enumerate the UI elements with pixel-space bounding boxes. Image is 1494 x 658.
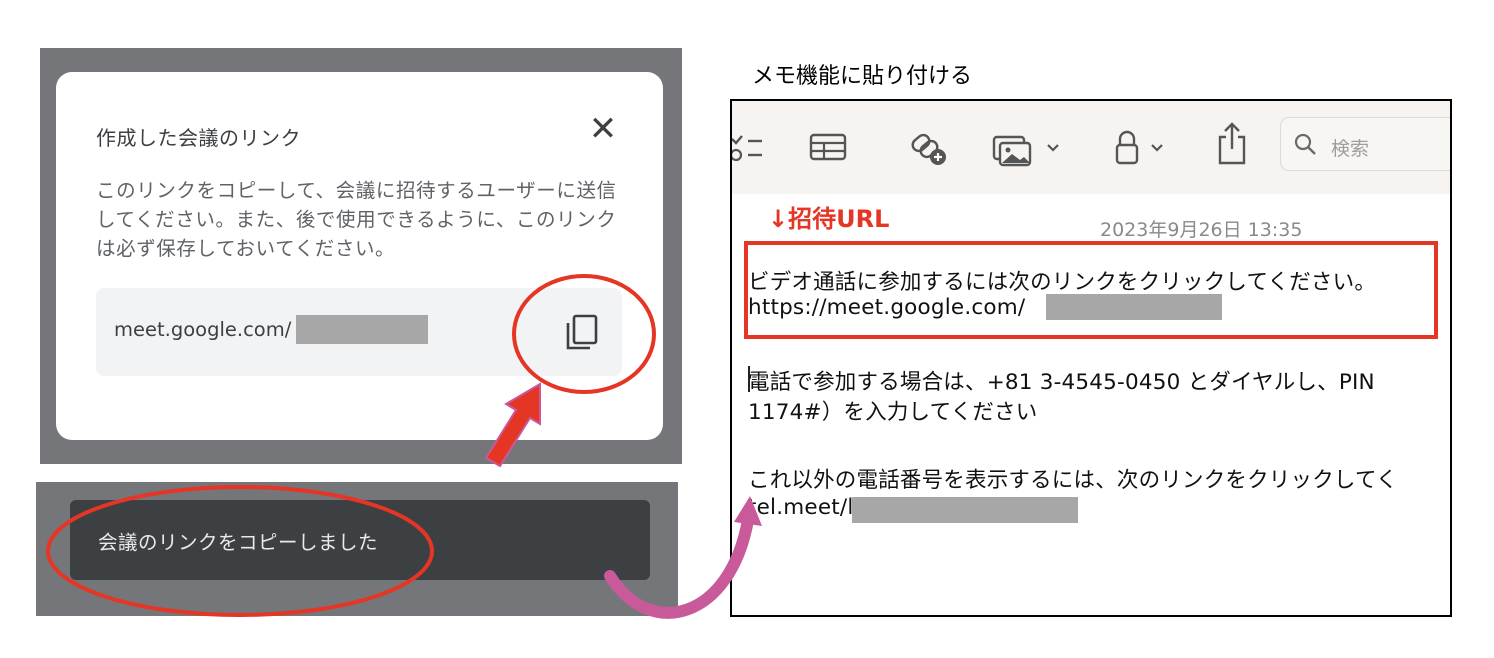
redacted-tel-block [852, 497, 1078, 523]
redacted-link-block [296, 315, 428, 344]
meeting-link-text: meet.google.com/ [114, 318, 292, 341]
toast-message: 会議のリンクをコピーしました [98, 531, 379, 554]
note-line: 電話で参加する場合は、+81 3-4545-0450 とダイヤルし、PIN [748, 370, 1375, 395]
meeting-link-dialog: 作成した会議のリンク ✕ このリンクをコピーして、会議に招待するユーザーに送信し… [56, 72, 663, 440]
media-icon[interactable] [990, 127, 1070, 167]
dialog-description: このリンクをコピーして、会議に招待するユーザーに送信してください。また、後で使用… [96, 179, 617, 260]
notes-toolbar: 検索 [732, 101, 1450, 194]
table-icon[interactable] [808, 127, 848, 167]
lock-icon[interactable] [1112, 127, 1172, 167]
note-date: 2023年9月26日 13:35 [1100, 219, 1303, 241]
notes-caption: メモ機能に貼り付ける [752, 64, 973, 89]
invite-url-highlight [744, 241, 1438, 339]
notes-window: 検索 ↓招待URL 2023年9月26日 13:35 ビデオ通話に参加するには次… [730, 99, 1452, 617]
search-field[interactable]: 検索 [1280, 117, 1450, 171]
meeting-link-field: meet.google.com/ [96, 288, 622, 376]
close-icon[interactable]: ✕ [586, 112, 620, 146]
note-line-tel[interactable]: tel.meet/l [748, 495, 854, 520]
search-placeholder: 検索 [1331, 138, 1370, 160]
note-line: これ以外の電話番号を表示するには、次のリンクをクリックしてく [748, 468, 1398, 493]
copy-icon[interactable] [564, 314, 600, 352]
dialog-title: 作成した会議のリンク [96, 126, 301, 150]
search-icon [1294, 133, 1316, 155]
note-line: 1174#）を入力してください [748, 400, 1038, 425]
share-icon[interactable] [1214, 121, 1250, 167]
invite-url-label: ↓招待URL [768, 205, 890, 233]
checklist-icon[interactable] [730, 127, 764, 167]
copied-toast: 会議のリンクをコピーしました [70, 500, 650, 580]
link-add-icon[interactable] [906, 127, 950, 167]
